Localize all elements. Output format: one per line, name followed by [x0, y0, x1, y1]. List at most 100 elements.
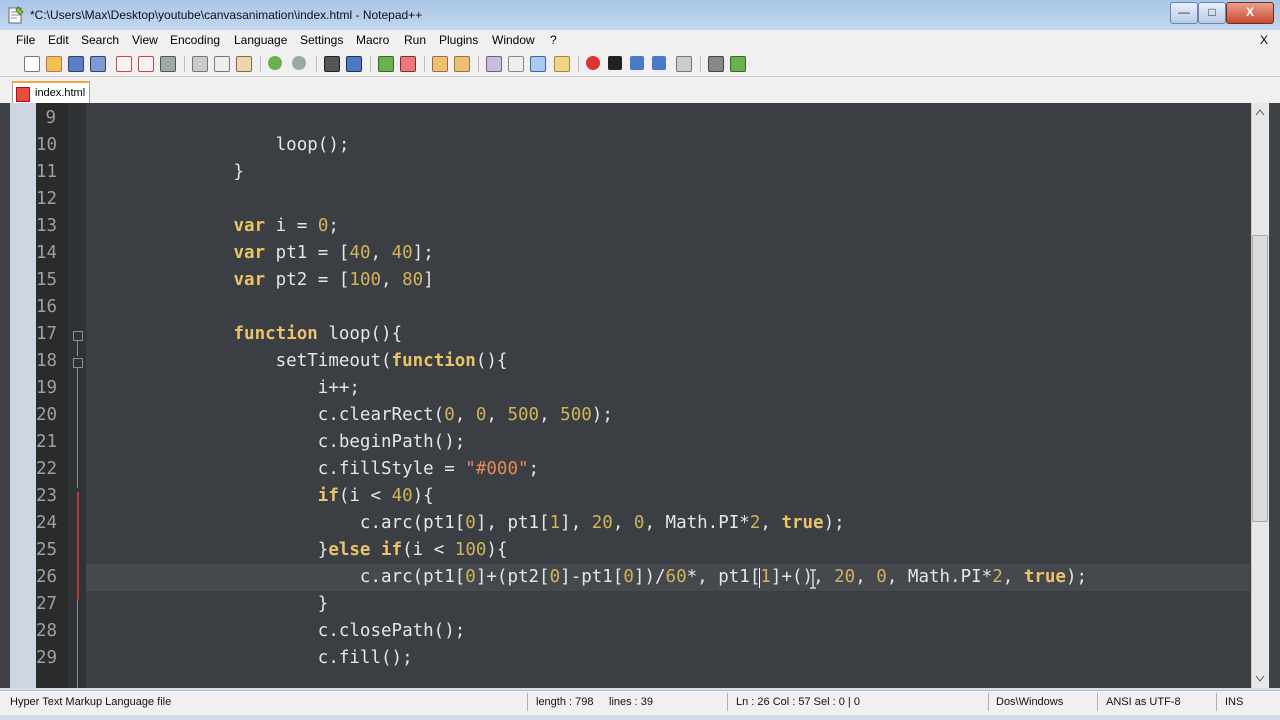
- code-line[interactable]: 10 loop();: [36, 132, 1250, 159]
- word-wrap-icon[interactable]: [486, 56, 502, 72]
- code-token: c.arc(pt1[: [86, 513, 466, 533]
- menu-search[interactable]: Search: [81, 33, 119, 47]
- code-line[interactable]: 16: [36, 294, 1250, 321]
- save-macro-icon[interactable]: [676, 56, 692, 72]
- code-editor[interactable]: 9 10 loop(); 11 } 12 13 var i = 0; 14 var pt1…: [0, 103, 1280, 688]
- status-encoding[interactable]: ANSI as UTF-8: [1106, 696, 1181, 708]
- line-number: 19: [36, 378, 58, 398]
- scroll-up-icon[interactable]: [1255, 108, 1265, 116]
- menu-edit[interactable]: Edit: [48, 33, 69, 47]
- menu-plugins[interactable]: Plugins: [439, 33, 478, 47]
- menu-help[interactable]: ?: [550, 33, 557, 47]
- cut-icon[interactable]: [192, 56, 208, 72]
- status-eol[interactable]: Dos\Windows: [996, 696, 1063, 708]
- code-line[interactable]: 15 var pt2 = [100, 80]: [36, 267, 1250, 294]
- zoom-out-icon[interactable]: [400, 56, 416, 72]
- code-line[interactable]: 28 c.closePath();: [36, 618, 1250, 645]
- sync-vertical-icon[interactable]: [432, 56, 448, 72]
- save-icon[interactable]: [68, 56, 84, 72]
- code-line[interactable]: 24 c.arc(pt1[0], pt1[1], 20, 0, Math.PI*…: [36, 510, 1250, 537]
- redo-icon[interactable]: [292, 56, 306, 70]
- code-line[interactable]: 14 var pt1 = [40, 40];: [36, 240, 1250, 267]
- scrollbar-thumb[interactable]: [1252, 235, 1268, 522]
- menu-run[interactable]: Run: [404, 33, 426, 47]
- open-file-icon[interactable]: [46, 56, 62, 72]
- menu-view[interactable]: View: [132, 33, 158, 47]
- status-length: length : 798: [536, 696, 594, 708]
- code-line[interactable]: 12: [36, 186, 1250, 213]
- code-line[interactable]: 23 if(i < 40){: [36, 483, 1250, 510]
- play-macro-icon[interactable]: [630, 56, 644, 70]
- find-icon[interactable]: [324, 56, 340, 72]
- code-line[interactable]: 21 c.beginPath();: [36, 429, 1250, 456]
- line-number: 23: [36, 486, 58, 506]
- line-number: 17: [36, 324, 58, 344]
- run-macro-multiple-icon[interactable]: [652, 56, 666, 70]
- code-token: ,: [486, 405, 508, 425]
- maximize-button[interactable]: □: [1198, 2, 1226, 24]
- code-line[interactable]: 29 c.fill();: [36, 645, 1250, 672]
- save-all-icon[interactable]: [90, 56, 106, 72]
- tab-index-html[interactable]: index.html: [12, 81, 90, 104]
- code-token: else if: [328, 540, 403, 560]
- code-line[interactable]: 17 function loop(){: [36, 321, 1250, 348]
- code-token: 0: [475, 405, 487, 425]
- indent-guide-icon[interactable]: [530, 56, 546, 72]
- close-file-icon[interactable]: [116, 56, 132, 72]
- spell-check-icon[interactable]: [730, 56, 746, 72]
- code-token: *, pt1[: [686, 567, 761, 587]
- status-insert-mode[interactable]: INS: [1225, 696, 1243, 708]
- code-token: 0: [876, 567, 887, 587]
- zoom-in-icon[interactable]: [378, 56, 394, 72]
- bookmark-margin[interactable]: [10, 103, 36, 688]
- plugin-icon[interactable]: [708, 56, 724, 72]
- line-number: 12: [36, 189, 58, 209]
- undo-icon[interactable]: [268, 56, 282, 70]
- code-line[interactable]: 19 i++;: [36, 375, 1250, 402]
- code-line[interactable]: 13 var i = 0;: [36, 213, 1250, 240]
- menu-language[interactable]: Language: [234, 33, 287, 47]
- code-line[interactable]: 22 c.fillStyle = "#000";: [36, 456, 1250, 483]
- menu-encoding[interactable]: Encoding: [170, 33, 220, 47]
- print-icon[interactable]: [160, 56, 176, 72]
- code-token: function: [233, 324, 318, 344]
- code-line[interactable]: 27 }: [36, 591, 1250, 618]
- menu-settings[interactable]: Settings: [300, 33, 343, 47]
- code-token: ){: [486, 540, 508, 560]
- code-token: );: [1065, 567, 1088, 587]
- sync-horizontal-icon[interactable]: [454, 56, 470, 72]
- record-macro-icon[interactable]: [586, 56, 600, 70]
- code-line[interactable]: 20 c.clearRect(0, 0, 500, 500);: [36, 402, 1250, 429]
- stop-macro-icon[interactable]: [608, 56, 622, 70]
- line-number: 18: [36, 351, 58, 371]
- code-line[interactable]: 11 }: [36, 159, 1250, 186]
- code-token: ,: [1002, 567, 1024, 587]
- scroll-down-icon[interactable]: [1255, 675, 1265, 683]
- menu-file[interactable]: File: [16, 33, 35, 47]
- code-line[interactable]: 18 setTimeout(function(){: [36, 348, 1250, 375]
- mouse-ibeam-cursor-icon: [810, 569, 816, 589]
- code-token: true: [781, 513, 824, 533]
- close-all-icon[interactable]: [138, 56, 154, 72]
- unsaved-file-icon: [16, 87, 30, 102]
- show-all-characters-icon[interactable]: [508, 56, 524, 72]
- code-text: c.arc(pt1[0], pt1[1], 20, 0, Math.PI*2, …: [86, 510, 845, 537]
- copy-icon[interactable]: [214, 56, 230, 72]
- user-language-icon[interactable]: [554, 56, 570, 72]
- minimize-button[interactable]: —: [1170, 2, 1198, 24]
- replace-icon[interactable]: [346, 56, 362, 72]
- close-button[interactable]: X: [1226, 2, 1274, 24]
- code-line[interactable]: 9: [36, 105, 1250, 132]
- code-line[interactable]: 25 }else if(i < 100){: [36, 537, 1250, 564]
- new-file-icon[interactable]: [24, 56, 40, 72]
- paste-icon[interactable]: [236, 56, 252, 72]
- code-line[interactable]: 26 c.arc(pt1[0]+(pt2[0]-pt1[0])/60*, pt1…: [36, 564, 1250, 591]
- menu-window[interactable]: Window: [492, 33, 535, 47]
- code-text: setTimeout(function(){: [86, 348, 508, 375]
- code-token: 40: [391, 243, 413, 263]
- code-token: ]+(pt2[: [475, 567, 550, 587]
- menu-macro[interactable]: Macro: [356, 33, 389, 47]
- close-document-icon[interactable]: X: [1260, 33, 1268, 47]
